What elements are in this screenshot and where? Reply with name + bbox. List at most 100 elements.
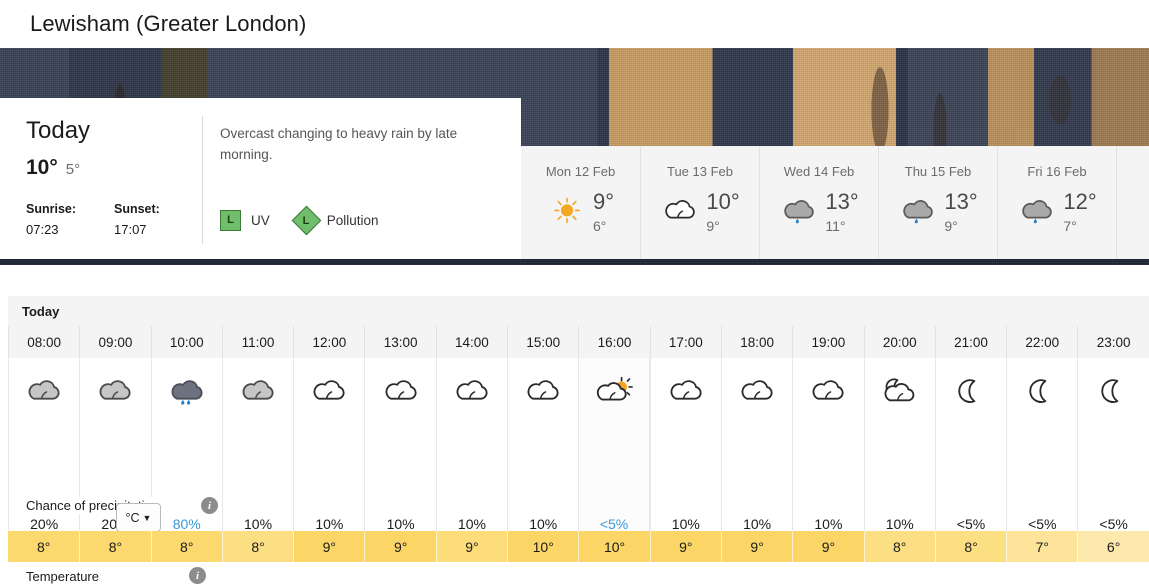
hour-header-cell[interactable]: 23:00 (1077, 326, 1148, 358)
temperature-cell: 8° (863, 531, 935, 562)
hour-header-cell[interactable]: 22:00 (1006, 326, 1077, 358)
temperature-cell: 9° (649, 531, 721, 562)
moon-icon (1007, 358, 1077, 424)
temperature-cell: 9° (435, 531, 508, 562)
location-title-bar: Lewisham (Greater London) (0, 0, 1149, 48)
uv-label: UV (251, 212, 270, 228)
uv-indicator[interactable]: L UV (220, 209, 270, 231)
day-max-temp: 13° (825, 189, 859, 214)
panel-divider (202, 116, 203, 244)
pollution-level-badge: L (291, 205, 322, 236)
cloud-white-icon (660, 196, 700, 230)
day-name: Mon 12 Feb (545, 164, 616, 179)
day-min-temp: 9° (944, 218, 958, 234)
temperature-cell: 9° (364, 531, 436, 562)
hour-header-cell[interactable]: 10:00 (150, 326, 222, 358)
precipitation-value: 10% (743, 516, 772, 532)
today-min-temp: 5° (65, 161, 81, 179)
temperature-cell: 10° (578, 531, 650, 562)
moon-icon (1078, 358, 1148, 424)
sunset-block: Sunset: 17:07 (114, 202, 202, 237)
precipitation-value: 80% (172, 516, 201, 532)
day-card[interactable]: Thu 15 Feb 13° 9° (878, 146, 997, 259)
pollution-indicator[interactable]: L Pollution (291, 205, 379, 236)
day-name: Wed 14 Feb (783, 164, 855, 179)
sunset-time: 17:07 (114, 222, 147, 238)
precipitation-value: 10% (814, 516, 843, 532)
hour-header-cell[interactable]: 18:00 (720, 326, 792, 358)
precipitation-value: <5% (599, 516, 629, 532)
day-body: 12° 7° (998, 191, 1116, 234)
today-label: Today (26, 117, 91, 144)
cloud-white-icon (365, 358, 435, 424)
cloud-grey-icon (9, 358, 79, 424)
sunrise-block: Sunrise: 07:23 (26, 202, 114, 237)
day-min-temp: 9° (706, 218, 720, 234)
day-name: Tue 13 Feb (666, 164, 733, 179)
precipitation-value: 10% (885, 516, 914, 532)
precipitation-info-icon[interactable]: i (201, 497, 218, 514)
hour-label-row: 08:00 09:00 10:00 11:00 12:00 13:00 14:00 15:00… (8, 326, 1149, 358)
day-temps: 13° 9° (944, 191, 977, 235)
sunset-label: Sunset: (114, 202, 160, 217)
sun-times: Sunrise: 07:23 Sunset: 17:07 (26, 202, 202, 237)
hour-header-cell[interactable]: 16:00 (578, 326, 649, 358)
hour-header-cell[interactable]: 11:00 (221, 326, 293, 358)
sunny-intervals-icon (579, 358, 648, 424)
day-body (1117, 191, 1149, 225)
temperature-cell: 8° (934, 531, 1007, 562)
day-max-temp: 12° (1063, 189, 1097, 214)
today-summary-panel: Today 10° 5° Sunrise: 07:23 Sunset: 17:0… (0, 98, 521, 259)
cloud-grey-icon (223, 358, 293, 424)
day-body: 13° 11° (760, 191, 878, 234)
temperature-cell: 10° (507, 531, 579, 562)
hour-header-cell[interactable]: 21:00 (934, 326, 1006, 358)
precipitation-value: 10% (244, 516, 273, 532)
sunny-icon (547, 196, 587, 230)
temperature-unit-select[interactable]: °C ▼ (116, 503, 161, 532)
hour-header-cell[interactable]: 09:00 (79, 326, 150, 358)
day-card[interactable]: Tue 13 Feb 10° 9° (640, 146, 759, 259)
daily-forecast-strip[interactable]: Mon 12 Feb 9° 6° Tue 13 Feb 10° 9° Wed 14 Feb 1… (521, 146, 1149, 259)
precipitation-value: <5% (1099, 516, 1128, 532)
precipitation-value: <5% (1028, 516, 1057, 532)
hour-header-cell[interactable]: 20:00 (863, 326, 935, 358)
sunrise-label: Sunrise: (26, 202, 77, 217)
day-min-temp: 6° (592, 218, 607, 234)
hour-header-cell[interactable]: 14:00 (435, 326, 507, 358)
day-card[interactable]: Mon 12 Feb 9° 6° (521, 146, 640, 259)
temperature-cell: 7° (1006, 531, 1078, 562)
pollution-badge-text: L (302, 214, 310, 227)
today-left-column: Today 10° 5° Sunrise: 07:23 Sunset: 17:0… (0, 98, 203, 259)
temperature-info-icon[interactable]: i (189, 567, 206, 584)
rain-cloud-icon (898, 196, 938, 230)
weather-summary-text: Overcast changing to heavy rain by late … (220, 126, 458, 162)
day-max-temp: 9° (592, 189, 615, 214)
temperature-cell: 8° (221, 531, 294, 562)
temperature-cell: 9° (792, 531, 864, 562)
hour-header-cell[interactable]: 19:00 (792, 326, 863, 358)
day-temps: 10° 9° (706, 189, 740, 235)
day-card[interactable]: Sa (1116, 146, 1149, 259)
day-temps: 12° 7° (1063, 189, 1097, 235)
precipitation-value: 10% (315, 516, 344, 532)
hour-header-cell[interactable]: 12:00 (293, 326, 364, 358)
hour-header-cell[interactable]: 08:00 (8, 326, 79, 358)
day-card[interactable]: Fri 16 Feb 12° 7° (997, 146, 1116, 259)
day-card[interactable]: Wed 14 Feb 13° 11° (759, 146, 878, 259)
cloud-grey-icon (80, 358, 150, 424)
day-temps: 9° 6° (592, 189, 615, 235)
day-body: 13° 9° (879, 191, 997, 234)
hour-header-cell[interactable]: 13:00 (364, 326, 435, 358)
temperature-cell: 9° (293, 531, 365, 562)
cloud-white-icon (294, 358, 364, 424)
hour-header-cell[interactable]: 17:00 (649, 326, 721, 358)
cloud-white-icon (508, 358, 578, 424)
precipitation-value: <5% (956, 516, 986, 532)
hourly-table-header: Today 08:00 09:00 10:00 11:00 12:00 13:00 14:0… (8, 296, 1149, 358)
day-max-temp: 10° (706, 189, 740, 214)
rain-cloud-icon (779, 196, 819, 230)
today-max-temp: 10° (26, 156, 58, 180)
hourly-forecast-table: Today 08:00 09:00 10:00 11:00 12:00 13:00 14:0… (8, 296, 1149, 585)
hour-header-cell[interactable]: 15:00 (507, 326, 578, 358)
